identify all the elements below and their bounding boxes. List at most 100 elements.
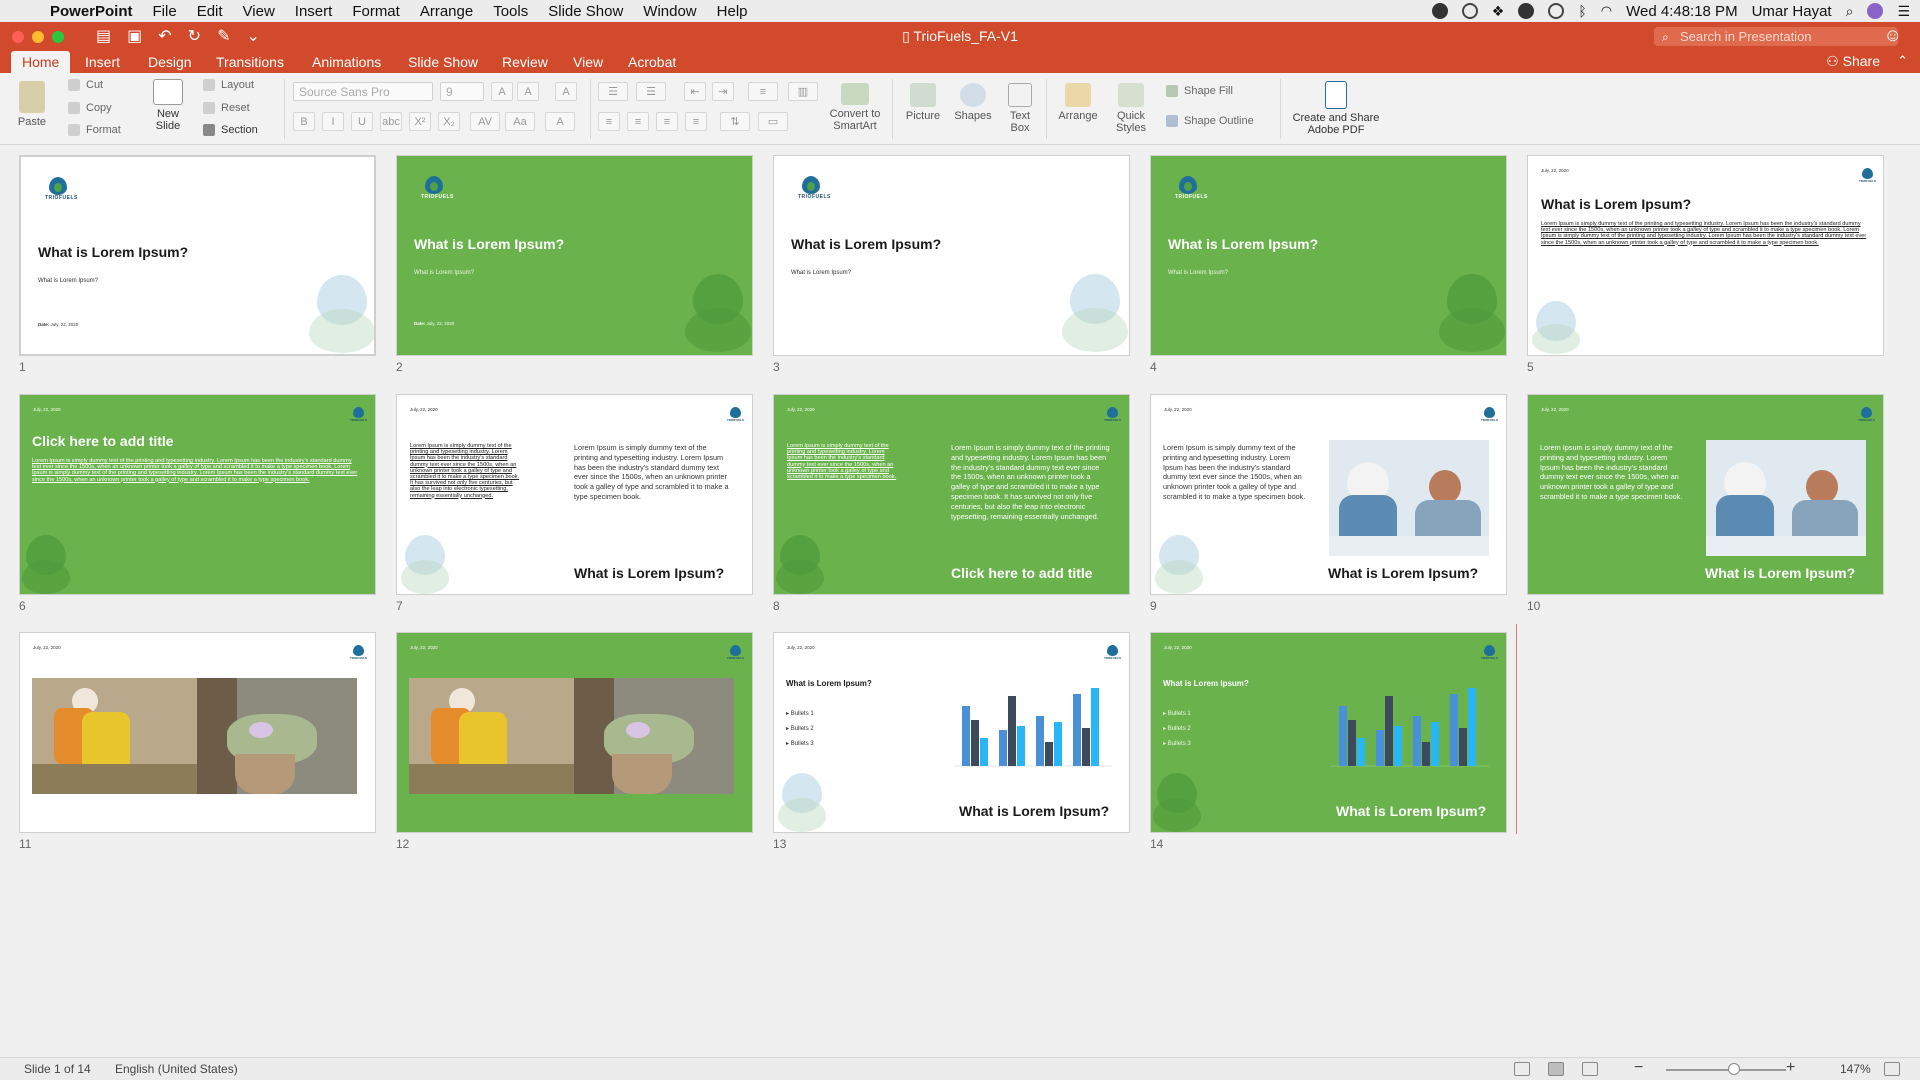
zoom-level[interactable]: 147%: [1840, 1062, 1871, 1076]
shape-fill-button[interactable]: Shape Fill: [1166, 85, 1233, 97]
dropbox-icon[interactable]: ❖: [1492, 3, 1505, 20]
grow-font-button[interactable]: A: [491, 82, 513, 101]
quick-styles-button[interactable]: Quick Styles: [1106, 83, 1156, 134]
new-slide-button[interactable]: New Slide: [148, 79, 188, 132]
slide-thumbnail-7[interactable]: July, 22, 2020 TRIOFUELS Lorem Ipsum is …: [396, 394, 753, 595]
change-case-button[interactable]: Aa: [505, 112, 535, 131]
font-color-button[interactable]: A: [545, 112, 575, 131]
bold-button[interactable]: B: [293, 112, 315, 131]
slide-thumbnail-2[interactable]: TRIOFUELS What is Lorem Ipsum? What is L…: [396, 155, 753, 356]
wifi-icon[interactable]: ◠: [1601, 3, 1612, 19]
bluetooth-icon[interactable]: ᛒ: [1578, 3, 1586, 19]
tab-home[interactable]: Home: [11, 51, 71, 73]
numbering-button[interactable]: ☰: [636, 82, 666, 101]
siri-icon[interactable]: [1867, 3, 1884, 19]
zoom-out-button[interactable]: −: [1634, 1059, 1643, 1077]
align-text-button[interactable]: ▭: [758, 112, 788, 131]
status-sync-icon[interactable]: [1461, 3, 1478, 19]
search-presentation-input[interactable]: ⌕ Search in Presentation: [1654, 27, 1898, 46]
normal-view-icon[interactable]: [1514, 1062, 1530, 1076]
fit-to-window-icon[interactable]: [1884, 1062, 1900, 1076]
tab-view[interactable]: View: [562, 51, 614, 73]
spotlight-search-icon[interactable]: ⌕: [1846, 3, 1854, 20]
slide-thumbnail-5[interactable]: July, 22, 2020 TRIOFUELS What is Lorem I…: [1527, 155, 1884, 356]
text-box-button[interactable]: Text Box: [1002, 83, 1038, 134]
menu-arrange[interactable]: Arrange: [420, 3, 473, 20]
shapes-button[interactable]: Shapes: [950, 83, 996, 122]
tab-design[interactable]: Design: [137, 51, 203, 73]
menu-edit[interactable]: Edit: [197, 3, 223, 20]
zoom-slider-thumb[interactable]: [1728, 1063, 1740, 1075]
slide-thumbnail-1[interactable]: TRIOFUELS What is Lorem Ipsum? What is L…: [19, 155, 376, 356]
slide-thumbnail-10[interactable]: July, 22, 2020 TRIOFUELS Lorem Ipsum is …: [1527, 394, 1884, 595]
align-center-button[interactable]: ≡: [627, 112, 649, 131]
zoom-slider[interactable]: [1666, 1069, 1786, 1071]
italic-button[interactable]: I: [322, 112, 344, 131]
menu-app-powerpoint[interactable]: PowerPoint: [50, 3, 133, 20]
menu-window[interactable]: Window: [643, 3, 696, 20]
section-button[interactable]: Section: [203, 124, 258, 136]
paste-button[interactable]: Paste: [12, 81, 52, 128]
menu-insert[interactable]: Insert: [295, 3, 333, 20]
collapse-ribbon-icon[interactable]: ⌃: [1897, 53, 1908, 69]
notification-center-icon[interactable]: ☰: [1897, 3, 1910, 20]
slide-thumbnail-14[interactable]: July, 22, 2020 TRIOFUELS What is Lorem I…: [1150, 632, 1507, 833]
menu-format[interactable]: Format: [352, 3, 400, 20]
slide-thumbnail-13[interactable]: July, 22, 2020 TRIOFUELS What is Lorem I…: [773, 632, 1130, 833]
slide-thumbnail-6[interactable]: July, 22, 2020 TRIOFUELS Click here to a…: [19, 394, 376, 595]
align-right-button[interactable]: ≡: [656, 112, 678, 131]
align-left-button[interactable]: ≡: [598, 112, 620, 131]
shape-outline-button[interactable]: Shape Outline: [1166, 115, 1254, 127]
underline-button[interactable]: U: [351, 112, 373, 131]
convert-smartart-button[interactable]: Convert to SmartArt: [824, 83, 886, 132]
apple-menu-icon[interactable]: [18, 2, 36, 20]
tab-acrobat[interactable]: Acrobat: [617, 51, 687, 73]
create-share-adobe-pdf-button[interactable]: Create and Share Adobe PDF: [1288, 81, 1384, 136]
menu-view[interactable]: View: [243, 3, 275, 20]
tab-review[interactable]: Review: [491, 51, 559, 73]
character-spacing-button[interactable]: AV: [470, 112, 500, 131]
layout-button[interactable]: Layout: [203, 79, 254, 91]
user-name[interactable]: Umar Hayat: [1752, 3, 1832, 20]
decrease-indent-button[interactable]: ⇤: [684, 82, 706, 101]
arrange-button[interactable]: Arrange: [1054, 83, 1102, 122]
format-painter-button[interactable]: Format: [68, 124, 121, 136]
font-size-field[interactable]: 9: [440, 82, 484, 101]
clock-text[interactable]: Wed 4:48:18 PM: [1626, 3, 1737, 20]
superscript-button[interactable]: X²: [409, 112, 431, 131]
slide-thumbnail-4[interactable]: TRIOFUELS What is Lorem Ipsum? What is L…: [1150, 155, 1507, 356]
menu-file[interactable]: File: [153, 3, 177, 20]
status-globe-icon[interactable]: [1548, 3, 1565, 19]
tab-animations[interactable]: Animations: [301, 51, 392, 73]
reading-view-icon[interactable]: [1582, 1062, 1598, 1076]
slide-sorter-view-icon[interactable]: [1548, 1062, 1564, 1076]
columns-button[interactable]: ▥: [788, 82, 818, 101]
tab-transitions[interactable]: Transitions: [205, 51, 295, 73]
menu-tools[interactable]: Tools: [493, 3, 528, 20]
slide-thumbnail-8[interactable]: July, 22, 2020 TRIOFUELS Lorem Ipsum is …: [773, 394, 1130, 595]
language-indicator[interactable]: English (United States): [115, 1062, 238, 1076]
font-name-field[interactable]: Source Sans Pro: [293, 82, 433, 101]
status-app-icon[interactable]: [1431, 3, 1448, 19]
cut-button[interactable]: Cut: [68, 79, 103, 91]
feedback-smiley-icon[interactable]: ☺: [1884, 25, 1902, 46]
tab-slide-show[interactable]: Slide Show: [397, 51, 489, 73]
text-direction-button[interactable]: ⇅: [720, 112, 750, 131]
reset-button[interactable]: Reset: [203, 102, 250, 114]
bullets-button[interactable]: ☰: [598, 82, 628, 101]
slide-thumbnail-3[interactable]: TRIOFUELS What is Lorem Ipsum? What is L…: [773, 155, 1130, 356]
slide-thumbnail-11[interactable]: July, 22, 2020 TRIOFUELS: [19, 632, 376, 833]
slide-thumbnail-12[interactable]: July, 22, 2020 TRIOFUELS: [396, 632, 753, 833]
zoom-in-button[interactable]: +: [1786, 1059, 1795, 1077]
menu-slide-show[interactable]: Slide Show: [548, 3, 623, 20]
line-spacing-button[interactable]: ≡: [748, 82, 778, 101]
strikethrough-button[interactable]: abc: [380, 112, 402, 131]
menu-help[interactable]: Help: [717, 3, 748, 20]
subscript-button[interactable]: X₂: [438, 112, 460, 131]
increase-indent-button[interactable]: ⇥: [712, 82, 734, 101]
slide-thumbnail-9[interactable]: July, 22, 2020 TRIOFUELS Lorem Ipsum is …: [1150, 394, 1507, 595]
tab-insert[interactable]: Insert: [74, 51, 131, 73]
copy-button[interactable]: Copy: [68, 102, 112, 114]
share-button[interactable]: ⚇ Share: [1826, 53, 1880, 70]
picture-button[interactable]: Picture: [900, 83, 946, 122]
